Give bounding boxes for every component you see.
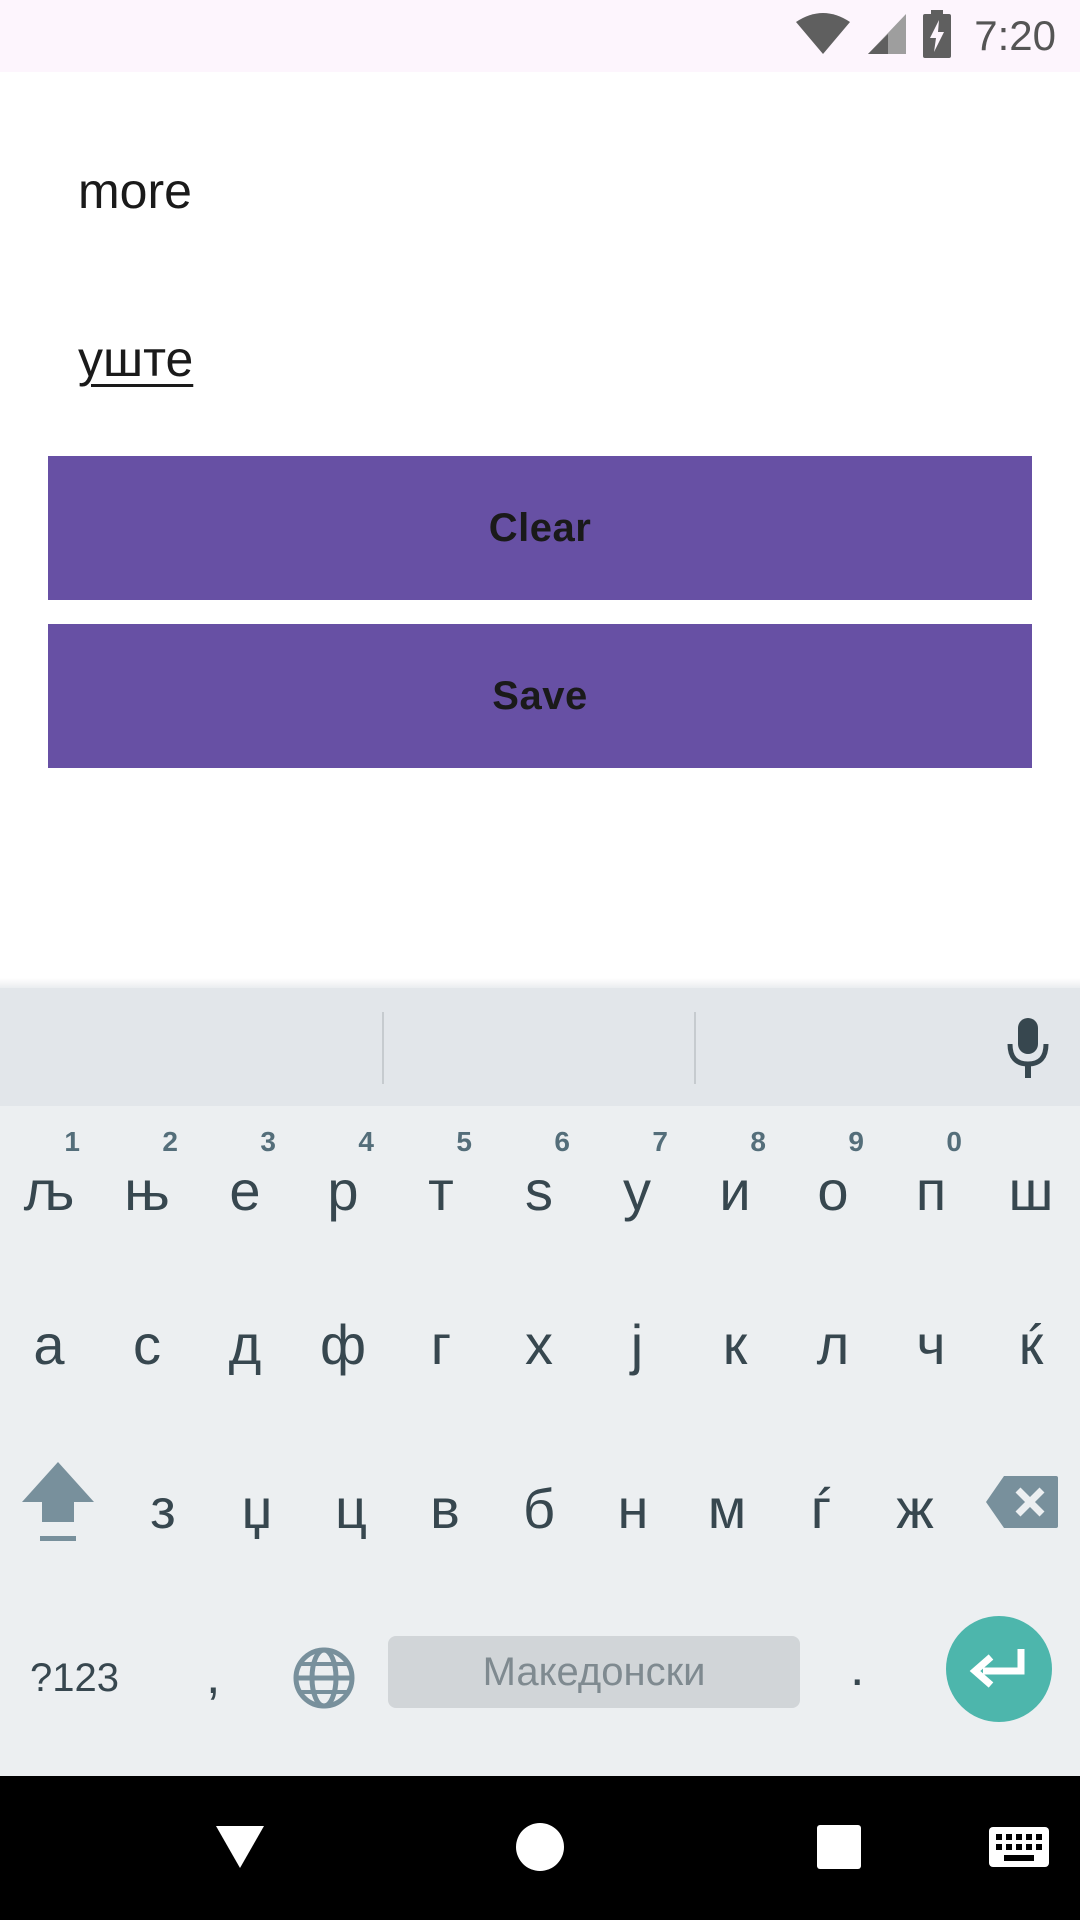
key-row-bottom: ?123 , Македонски . [0,1616,1080,1744]
backspace-icon [984,1474,1060,1543]
shift-icon [20,1458,96,1559]
suggestion-strip [0,988,1080,1106]
key[interactable]: џ [208,1448,306,1568]
period-key[interactable]: . [850,1638,864,1698]
key[interactable]: 1љ [0,1120,98,1240]
key[interactable]: к [686,1284,784,1404]
key[interactable]: 5т [392,1120,490,1240]
back-icon[interactable] [214,1824,266,1874]
microphone-icon[interactable] [1006,1016,1050,1084]
keyboard: 1љ 2њ 3е 4р 5т 6ѕ 7у 8и 9о 0п ш а с д ф … [0,988,1080,1776]
key[interactable]: а [0,1284,98,1404]
key[interactable]: 4р [294,1120,392,1240]
home-icon[interactable] [515,1822,565,1876]
key[interactable]: ц [302,1448,400,1568]
suggestion-divider [382,1012,384,1084]
key[interactable]: 3е [196,1120,294,1240]
word-input[interactable]: more [78,162,192,220]
key[interactable]: 0п [882,1120,980,1240]
key[interactable]: ѓ [772,1448,870,1568]
key[interactable]: х [490,1284,588,1404]
clock: 7:20 [974,12,1056,59]
key[interactable]: г [392,1284,490,1404]
key[interactable]: д [196,1284,294,1404]
enter-key[interactable] [946,1616,1052,1722]
key[interactable]: с [98,1284,196,1404]
symbols-key[interactable]: ?123 [30,1656,119,1701]
save-button[interactable]: Save [48,624,1032,768]
shift-key[interactable] [8,1448,108,1568]
key[interactable]: ч [882,1284,980,1404]
key[interactable]: ф [294,1284,392,1404]
key[interactable]: ж [866,1448,964,1568]
key[interactable]: ш [982,1120,1080,1240]
key[interactable]: б [490,1448,588,1568]
key[interactable]: н [584,1448,682,1568]
key[interactable]: м [678,1448,776,1568]
clear-button[interactable]: Clear [48,456,1032,600]
translation-input[interactable]: уште [78,330,193,388]
key[interactable]: ќ [982,1284,1080,1404]
key[interactable]: 8и [686,1120,784,1240]
battery-charging-icon [922,10,952,62]
spacebar[interactable]: Македонски [388,1636,800,1708]
key[interactable]: в [396,1448,494,1568]
keyboard-switch-icon[interactable] [988,1826,1050,1874]
backspace-key[interactable] [972,1448,1072,1568]
suggestion-divider [694,1012,696,1084]
key[interactable]: 7у [588,1120,686,1240]
comma-key[interactable]: , [206,1646,220,1706]
key[interactable]: ј [588,1284,686,1404]
key[interactable]: з [114,1448,212,1568]
cell-signal-icon [866,12,908,60]
key[interactable]: л [784,1284,882,1404]
wifi-icon [794,12,852,60]
key[interactable]: 6ѕ [490,1120,588,1240]
navigation-bar [0,1776,1080,1920]
key[interactable]: 2њ [98,1120,196,1240]
enter-icon [969,1645,1029,1693]
status-bar: 7:20 [0,0,1080,72]
globe-icon[interactable] [292,1646,356,1714]
recents-icon[interactable] [816,1824,862,1874]
key[interactable]: 9о [784,1120,882,1240]
